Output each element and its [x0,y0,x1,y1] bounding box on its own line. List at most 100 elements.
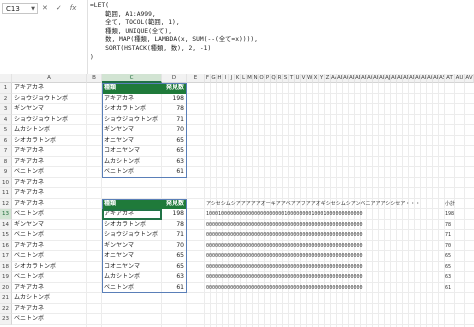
name-box[interactable]: C13 ▼ [2,3,38,14]
table2-header-count[interactable]: 発見数 [162,198,187,209]
row-header-17[interactable]: 17 [0,251,12,262]
table1-type-cell[interactable]: ムカシトンボ [102,157,162,168]
cell-a[interactable]: ベニトンボ [12,314,87,325]
table1-type-cell[interactable]: ベニトンボ [102,167,162,178]
row-header-20[interactable]: 20 [0,282,12,293]
table1-type-cell[interactable]: コオニヤンマ [102,146,162,157]
table2-count-cell[interactable]: 198 [162,209,187,220]
cell-a[interactable]: アキアカネ [12,241,87,252]
table2-type-cell[interactable]: ギンヤンマ [102,241,162,252]
row-header-23[interactable]: 23 [0,314,12,325]
table1-header-type[interactable]: 種類 [102,83,162,94]
row-header-10[interactable]: 10 [0,177,12,188]
table2-count-cell[interactable]: 65 [162,262,187,273]
formula-text[interactable]: =LET( 範囲, A1:A999, 全て, TOCOL(範囲, 1), 種類,… [90,2,258,62]
table2-header-type[interactable]: 種類 [102,198,162,209]
table1-count-cell[interactable]: 65 [162,146,187,157]
table1-count-cell[interactable]: 198 [162,94,187,105]
table1-type-cell[interactable]: シオカラトンボ [102,104,162,115]
cell-a[interactable]: アキアカネ [12,178,87,189]
table1-count-cell[interactable]: 78 [162,104,187,115]
table2-type-cell[interactable]: アキアカネ [102,209,162,220]
row-header-21[interactable]: 21 [0,293,12,304]
cell-a[interactable]: ベニトンボ [12,251,87,262]
column-header-e[interactable]: E [187,74,205,83]
cell-a[interactable]: アキアカネ [12,157,87,168]
row-header-19[interactable]: 19 [0,272,12,283]
column-header-av[interactable]: AV [465,74,474,83]
cell-a[interactable]: ムカシトンボ [12,125,87,136]
column-header-a[interactable]: A [12,74,87,83]
cell-a[interactable]: シオカラトンボ [12,136,87,147]
cell-a[interactable]: ムカシトンボ [12,293,87,304]
table2-count-cell[interactable]: 65 [162,251,187,262]
table2-count-cell[interactable]: 61 [162,283,187,294]
row-header-5[interactable]: 5 [0,125,12,136]
column-header-at[interactable]: AT [445,74,455,83]
cell-a[interactable]: アキアカネ [12,146,87,157]
row-header-4[interactable]: 4 [0,114,12,125]
cell-a[interactable]: ギンヤンマ [12,104,87,115]
spill-total-cell: 65 [445,253,452,259]
insert-function-icon[interactable]: fx [70,3,77,14]
row-header-6[interactable]: 6 [0,135,12,146]
select-all-corner[interactable] [0,74,12,83]
cell-a[interactable]: アキアカネ [12,188,87,199]
row-header-15[interactable]: 15 [0,230,12,241]
table2-type-cell[interactable]: ショウジョウトンボ [102,230,162,241]
row-header-9[interactable]: 9 [0,167,12,178]
table1-count-cell[interactable]: 65 [162,136,187,147]
table2-count-cell[interactable]: 71 [162,230,187,241]
row-header-16[interactable]: 16 [0,240,12,251]
cell-a[interactable]: アキアカネ [12,199,87,210]
table1-count-cell[interactable]: 70 [162,125,187,136]
cancel-icon[interactable]: ✕ [42,3,48,14]
row-header-7[interactable]: 7 [0,146,12,157]
table2-type-cell[interactable]: ベニトンボ [102,283,162,294]
column-header-c[interactable]: C [102,74,162,83]
table1-header-count[interactable]: 発見数 [162,83,187,94]
table1-type-cell[interactable]: ギンヤンマ [102,125,162,136]
row-header-22[interactable]: 22 [0,303,12,314]
row-header-11[interactable]: 11 [0,188,12,199]
cell-a[interactable]: ギンヤンマ [12,220,87,231]
table2-type-cell[interactable]: オニヤンマ [102,251,162,262]
table1-count-cell[interactable]: 61 [162,167,187,178]
spill-total-cell: 78 [445,221,452,228]
table1-type-cell[interactable]: ショウジョウトンボ [102,115,162,126]
row-header-13[interactable]: 13 [0,209,12,220]
table2-type-cell[interactable]: コオニヤンマ [102,262,162,273]
row-header-8[interactable]: 8 [0,156,12,167]
row-header-1[interactable]: 1 [0,83,12,94]
table2-count-cell[interactable]: 70 [162,241,187,252]
table1-type-cell[interactable]: オニヤンマ [102,136,162,147]
cell-a[interactable]: ベニトンボ [12,272,87,283]
column-header-au[interactable]: AU [455,74,465,83]
table2-count-cell[interactable]: 78 [162,220,187,231]
cell-a[interactable]: アキアカネ [12,283,87,294]
row-header-3[interactable]: 3 [0,104,12,115]
table1-count-cell[interactable]: 71 [162,115,187,126]
row-header-2[interactable]: 2 [0,93,12,104]
cell-a[interactable]: ベニトンボ [12,230,87,241]
row-header-18[interactable]: 18 [0,261,12,272]
table1-count-cell[interactable]: 63 [162,157,187,168]
row-header-12[interactable]: 12 [0,198,12,209]
table2-type-cell[interactable]: ムカシトンボ [102,272,162,283]
cell-a[interactable]: ショウジョウトンボ [12,115,87,126]
enter-icon[interactable]: ✓ [56,3,62,14]
cell-a[interactable]: ベニトンボ [12,167,87,178]
cell-a[interactable]: ベニトンボ [12,209,87,220]
chevron-down-icon[interactable]: ▼ [31,4,35,15]
spill-flags-row: 0000000000000000000000000000000000000000… [206,221,363,228]
cell-a[interactable]: アキアカネ [12,304,87,315]
cell-a[interactable]: アキアカネ [12,83,87,94]
table2-count-cell[interactable]: 63 [162,272,187,283]
row-header-14[interactable]: 14 [0,219,12,230]
cell-a[interactable]: ショウジョウトンボ [12,94,87,105]
table2-type-cell[interactable]: シオカラトンボ [102,220,162,231]
column-header-b[interactable]: B [87,74,102,83]
cell-a[interactable]: シオカラトンボ [12,262,87,273]
column-header-d[interactable]: D [162,74,187,83]
table1-type-cell[interactable]: アキアカネ [102,94,162,105]
